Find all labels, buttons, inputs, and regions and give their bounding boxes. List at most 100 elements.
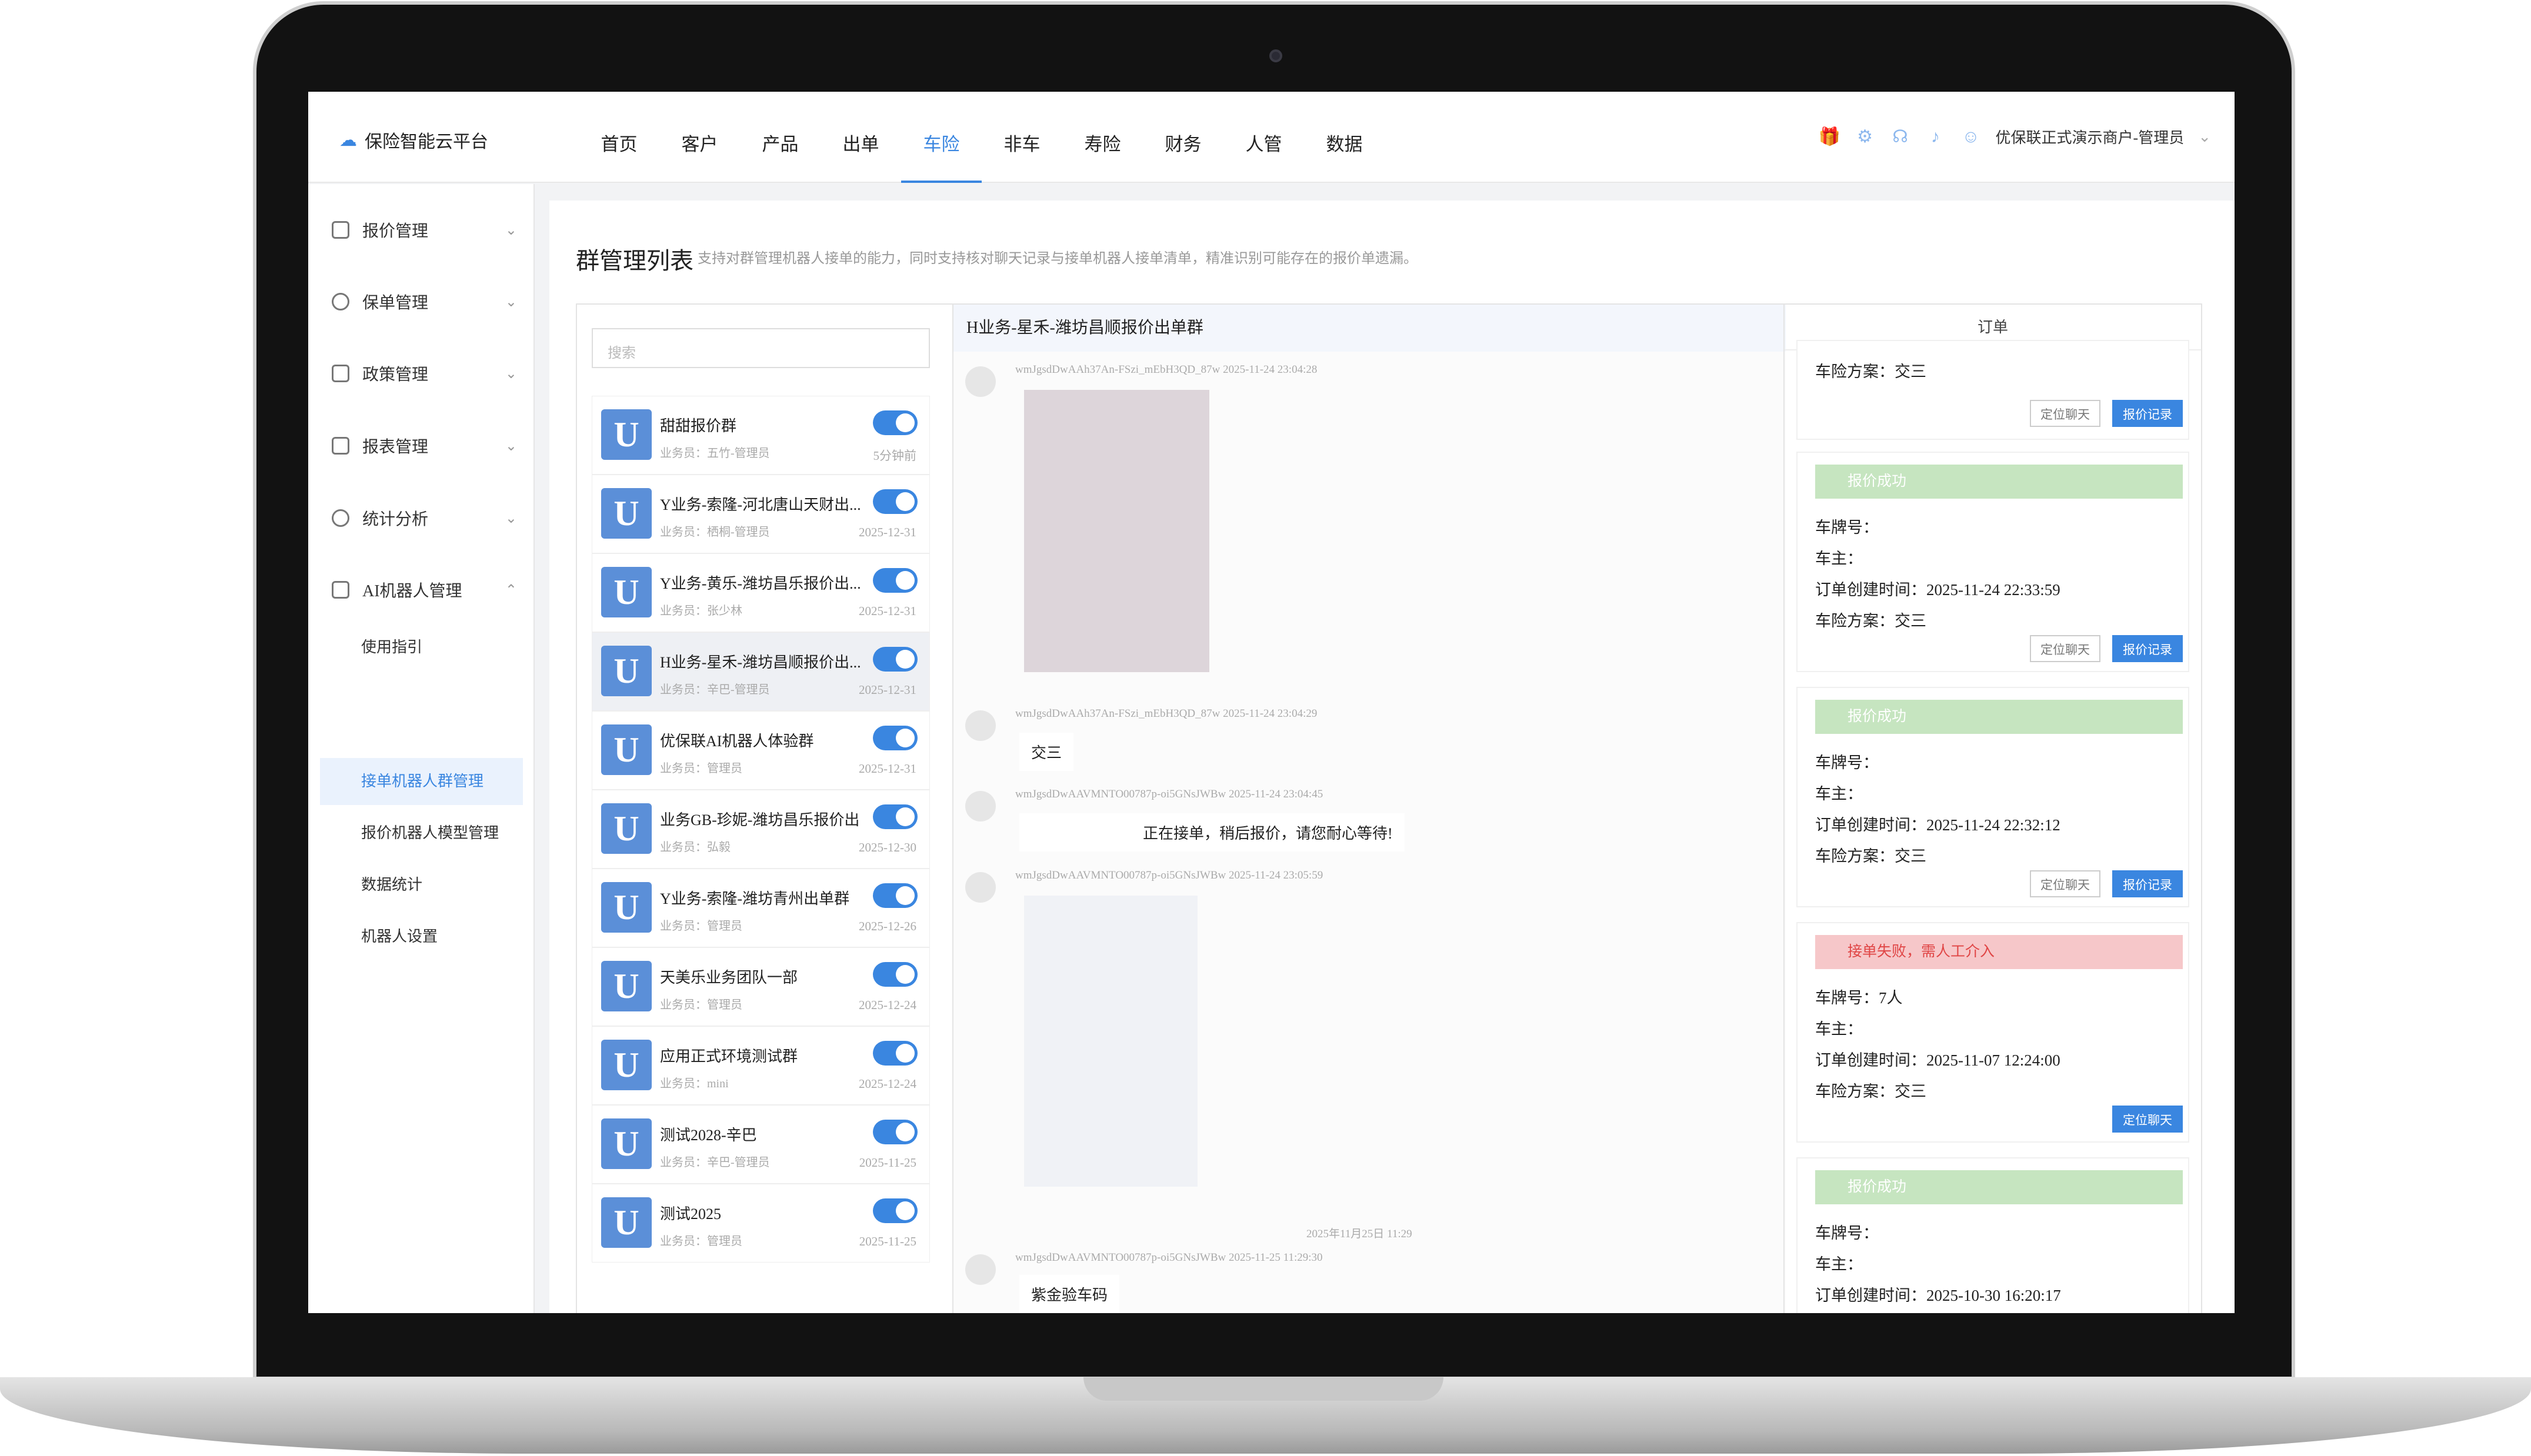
- cloud-icon: ☁: [339, 130, 357, 150]
- robot-avatar-icon: U: [601, 1197, 652, 1248]
- quote-record-button[interactable]: 报价记录: [2112, 870, 2183, 897]
- user-label[interactable]: 优保联正式演示商户-管理员: [1996, 126, 2185, 148]
- sidebar-item-stats[interactable]: 统计分析 ⌄: [332, 500, 526, 536]
- nav-home[interactable]: 首页: [579, 92, 659, 183]
- order-created: 订单创建时间：2025-10-30 16:20:17: [1815, 1287, 2061, 1304]
- robot-avatar-icon: U: [601, 488, 652, 539]
- chevron-up-icon: ⌃: [505, 582, 517, 598]
- robot-avatar-icon: U: [601, 1118, 652, 1169]
- nav-finance[interactable]: 财务: [1143, 92, 1223, 183]
- chevron-down-icon: ⌄: [505, 510, 517, 526]
- status-badge: 报价成功: [1815, 465, 2183, 499]
- order-owner: 车主：: [1815, 1255, 1863, 1273]
- main-content: 群管理列表 支持对群管理机器人接单的能力，同时支持核对聊天记录与接单机器人接单清…: [549, 201, 2235, 1313]
- avatar: [965, 872, 996, 903]
- status-badge: 接单失败，需人工介入: [1815, 935, 2183, 969]
- group-toggle[interactable]: [873, 1198, 918, 1223]
- chevron-down-icon: ⌄: [505, 222, 517, 238]
- order-owner: 车主：: [1815, 1020, 1863, 1038]
- nav-non-auto[interactable]: 非车: [982, 92, 1062, 183]
- group-list-column: 搜索 U 甜甜报价群 业务员：五竹-管理员 5分钟前 U Y业务-索隆-河北唐山天财出.…: [577, 305, 953, 1313]
- clipboard-icon: [332, 221, 349, 239]
- avatar: [965, 366, 996, 397]
- group-toggle[interactable]: [873, 962, 918, 987]
- group-item[interactable]: U 甜甜报价群 业务员：五竹-管理员 5分钟前: [592, 396, 930, 475]
- screen: ☁ 保险智能云平台 首页 客户 产品 出单 车险 非车 寿险 财务 人管 数据 …: [308, 92, 2235, 1313]
- order-column: 订单 车险方案：交三 定位聊天 报价记录 报价成功 车牌号： 车主： 订单创建时…: [1783, 305, 2201, 1313]
- locate-chat-button[interactable]: 定位聊天: [2030, 400, 2100, 427]
- group-item[interactable]: U 测试2028-辛巴 业务员：辛巴-管理员 2025-11-25: [592, 1105, 930, 1184]
- speaker-icon[interactable]: ♪: [1925, 126, 1946, 148]
- sub-item-group-manage[interactable]: 接单机器人群管理: [361, 764, 483, 799]
- order-plan: 车险方案：交三: [1815, 363, 1926, 380]
- main-nav: 首页 客户 产品 出单 车险 非车 寿险 财务 人管 数据: [579, 92, 1385, 183]
- quote-record-button[interactable]: 报价记录: [2112, 400, 2183, 427]
- nav-issue[interactable]: 出单: [821, 92, 901, 183]
- document-icon: [332, 365, 349, 382]
- message-image[interactable]: [1024, 390, 1209, 672]
- group-toggle[interactable]: [873, 883, 918, 908]
- sidebar-item-reports[interactable]: 报表管理 ⌄: [332, 428, 526, 463]
- app-logo[interactable]: ☁ 保险智能云平台: [338, 127, 488, 153]
- avatar: [965, 791, 996, 821]
- nav-data[interactable]: 数据: [1304, 92, 1385, 183]
- sub-item-data-stats[interactable]: 数据统计: [361, 867, 422, 903]
- sub-item-robot-settings[interactable]: 机器人设置: [361, 919, 438, 954]
- locate-chat-button[interactable]: 定位聊天: [2112, 1106, 2183, 1133]
- message-image[interactable]: [1024, 896, 1198, 1187]
- top-right-tools: 🎁 ⚙ ☊ ♪ ☺ 优保联正式演示商户-管理员 ⌄: [1819, 126, 2211, 148]
- sub-item-guide[interactable]: 使用指引: [361, 630, 422, 665]
- robot-avatar-icon: U: [601, 961, 652, 1011]
- message-bubble: 交三: [1019, 733, 1074, 771]
- order-plate: 车牌号：: [1815, 754, 1879, 772]
- group-item[interactable]: U 业务GB-珍妮-潍坊昌乐报价出... 业务员：弘毅 2025-12-30: [592, 790, 930, 869]
- gift-icon[interactable]: 🎁: [1819, 126, 1840, 148]
- group-toggle[interactable]: [873, 1041, 918, 1066]
- group-item[interactable]: U 应用正式环境测试群 业务员：mini 2025-12-24: [592, 1026, 930, 1105]
- order-owner: 车主：: [1815, 550, 1863, 567]
- order-owner: 车主：: [1815, 785, 1863, 803]
- group-toggle[interactable]: [873, 1120, 918, 1144]
- group-item[interactable]: U 测试2025 业务员：管理员 2025-11-25: [592, 1184, 930, 1263]
- headset-icon[interactable]: ☊: [1890, 126, 1911, 148]
- group-toggle[interactable]: [873, 410, 918, 435]
- chevron-down-icon[interactable]: ⌄: [2198, 128, 2211, 146]
- group-panel: 搜索 U 甜甜报价群 业务员：五竹-管理员 5分钟前 U Y业务-索隆-河北唐山天财出.…: [576, 303, 2202, 1313]
- chat-column: H业务-星禾-潍坊昌顺报价出单群 wmJgsdDwAAh37An-FSzi_mE…: [953, 305, 1786, 1313]
- nav-product[interactable]: 产品: [740, 92, 821, 183]
- message-meta: wmJgsdDwAAVMNTO00787p-oi5GNsJWBw 2025-11…: [1015, 788, 1323, 800]
- order-plan: 车险方案：交三: [1815, 612, 1926, 630]
- locate-chat-button[interactable]: 定位聊天: [2030, 635, 2100, 662]
- group-item[interactable]: U Y业务-索隆-河北唐山天财出... 业务员：栖桐-管理员 2025-12-31: [592, 475, 930, 553]
- group-toggle[interactable]: [873, 804, 918, 829]
- robot-avatar-icon: U: [601, 803, 652, 854]
- quote-record-button[interactable]: 报价记录: [2112, 635, 2183, 662]
- chat-title: H业务-星禾-潍坊昌顺报价出单群: [953, 305, 1786, 352]
- group-toggle[interactable]: [873, 647, 918, 672]
- nav-customer[interactable]: 客户: [659, 92, 740, 183]
- group-item[interactable]: U 天美乐业务团队一部 业务员：管理员 2025-12-24: [592, 947, 930, 1026]
- order-card: 报价成功 车牌号： 车主： 订单创建时间：2025-10-30 16:20:17: [1796, 1157, 2189, 1313]
- sidebar-item-ai-robot[interactable]: AI机器人管理 ⌃: [332, 572, 526, 607]
- group-toggle[interactable]: [873, 489, 918, 514]
- order-created: 订单创建时间：2025-11-24 22:33:59: [1815, 581, 2060, 599]
- nav-life[interactable]: 寿险: [1062, 92, 1143, 183]
- group-item[interactable]: U Y业务-黄乐-潍坊昌乐报价出... 业务员：张少林 2025-12-31: [592, 553, 930, 632]
- group-item-selected[interactable]: U H业务-星禾-潍坊昌顺报价出... 业务员：辛巴-管理员 2025-12-31: [592, 632, 930, 711]
- group-toggle[interactable]: [873, 568, 918, 593]
- settings-icon[interactable]: ⚙: [1855, 126, 1876, 148]
- order-created: 订单创建时间：2025-11-24 22:32:12: [1815, 816, 2060, 834]
- sub-item-model-manage[interactable]: 报价机器人模型管理: [361, 816, 499, 851]
- sidebar-item-policy[interactable]: 保单管理 ⌄: [332, 284, 526, 319]
- search-input[interactable]: 搜索: [592, 328, 930, 368]
- robot-avatar-icon: U: [601, 567, 652, 617]
- group-item[interactable]: U Y业务-索隆-潍坊青州出单群 业务员：管理员 2025-12-26: [592, 869, 930, 947]
- group-item[interactable]: U 优保联AI机器人体验群 业务员：管理员 2025-12-31: [592, 711, 930, 790]
- sidebar-item-rules[interactable]: 政策管理 ⌄: [332, 356, 526, 391]
- group-toggle[interactable]: [873, 726, 918, 750]
- nav-auto-insurance[interactable]: 车险: [901, 92, 982, 183]
- sidebar-item-quote[interactable]: 报价管理 ⌄: [332, 212, 526, 248]
- locate-chat-button[interactable]: 定位聊天: [2030, 870, 2100, 897]
- nav-hr[interactable]: 人管: [1223, 92, 1304, 183]
- status-badge: 报价成功: [1815, 700, 2183, 734]
